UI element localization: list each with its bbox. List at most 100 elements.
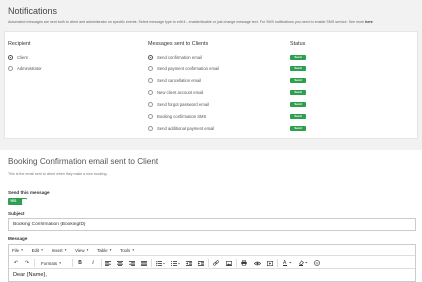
status-column-header: Status	[290, 41, 306, 47]
bold-icon[interactable]: B	[76, 259, 84, 267]
menu-label: Table	[97, 247, 108, 253]
emoticons-icon[interactable]	[313, 259, 321, 267]
notifications-title: Notifications	[8, 6, 58, 16]
recipient-client-label: Client	[17, 55, 28, 60]
link-icon[interactable]	[212, 259, 220, 267]
menu-file[interactable]: File ▼	[12, 248, 24, 253]
message-option-radio[interactable]	[148, 55, 153, 60]
menu-label: File	[12, 247, 20, 253]
toolbar-divider	[151, 259, 152, 267]
subject-input[interactable]	[8, 218, 416, 231]
align-center-icon[interactable]	[116, 259, 124, 267]
booking-email-title: Booking Confirmation email sent to Clien…	[8, 157, 159, 166]
message-label: Message	[8, 236, 28, 241]
menu-label: View	[75, 247, 85, 253]
status-badge[interactable]: Send	[290, 102, 306, 107]
toolbar-divider	[72, 259, 73, 267]
toolbar-divider	[236, 259, 237, 267]
status-badge[interactable]: Send	[290, 78, 306, 83]
bullet-list-icon[interactable]	[154, 259, 166, 267]
message-editor: File ▼ Edit ▼ Insert ▼ View ▼ Table ▼ Tools ▼ …	[8, 244, 416, 282]
align-right-icon[interactable]	[128, 259, 136, 267]
editor-menubar: File ▼ Edit ▼ Insert ▼ View ▼ Table ▼ Tools ▼	[9, 245, 415, 256]
redo-icon[interactable]: ↷	[23, 259, 31, 267]
toolbar-divider	[34, 259, 35, 267]
recipient-administrator-radio[interactable]	[8, 66, 13, 71]
message-option-label: New client account email	[157, 90, 204, 95]
chevron-down-icon: ▼	[86, 248, 90, 252]
recipient-client-radio[interactable]	[8, 55, 13, 60]
message-option-new-account[interactable]: New client account email	[148, 89, 203, 96]
undo-icon[interactable]: ↶	[12, 259, 20, 267]
chevron-down-icon: ▼	[20, 248, 24, 252]
chevron-down-icon: ▼	[109, 248, 112, 252]
menu-view[interactable]: View ▼	[75, 248, 89, 253]
recipient-administrator[interactable]: Administrator	[8, 65, 42, 72]
message-option-radio[interactable]	[148, 78, 153, 83]
chevron-down-icon: ▼	[131, 248, 135, 252]
message-option-label: Send additional payment email	[157, 126, 215, 131]
italic-icon[interactable]: I	[89, 259, 97, 267]
subject-label: Subject	[8, 211, 25, 216]
message-option-label: Send cancellation email	[157, 78, 202, 83]
notifications-card	[4, 31, 418, 139]
message-option-booking-sms[interactable]: Booking confirmation SMS	[148, 113, 206, 120]
booking-email-description: This is the email sent to client when th…	[8, 172, 108, 176]
status-badge[interactable]: Send	[290, 66, 306, 71]
toggle-knob	[21, 198, 27, 205]
menu-table[interactable]: Table ▼	[97, 248, 112, 253]
send-message-label: Send this message	[8, 190, 50, 195]
image-icon[interactable]	[225, 259, 233, 267]
background-color-icon[interactable]	[297, 259, 309, 267]
editor-toolbar: ↶ ↷ Formats ▼ B I A	[9, 257, 415, 269]
indent-icon[interactable]	[197, 259, 205, 267]
menu-insert[interactable]: Insert ▼	[52, 248, 67, 253]
send-message-toggle[interactable]: YES	[8, 198, 27, 205]
recipient-client[interactable]: Client	[8, 54, 28, 61]
chevron-down-icon: ▼	[64, 248, 68, 252]
text-color-icon[interactable]: A	[281, 259, 293, 267]
toggle-state-label: YES	[10, 199, 17, 203]
message-option-confirmation[interactable]: Send confirmation email	[148, 54, 202, 61]
status-badge[interactable]: Send	[290, 90, 306, 95]
align-left-icon[interactable]	[104, 259, 112, 267]
message-option-label: Send payment confirmation email	[157, 66, 220, 71]
message-option-cancellation[interactable]: Send cancellation email	[148, 77, 201, 84]
numbered-list-icon[interactable]	[169, 259, 181, 267]
toolbar-divider	[208, 259, 209, 267]
status-badge[interactable]: Send	[290, 55, 306, 60]
message-option-forgot-password[interactable]: Send forgot password email	[148, 101, 209, 108]
preview-icon[interactable]	[253, 259, 261, 267]
menu-tools[interactable]: Tools ▼	[120, 248, 135, 253]
toolbar-divider	[101, 259, 102, 267]
message-option-radio[interactable]	[148, 66, 153, 71]
formats-label: Formats	[41, 260, 58, 266]
media-icon[interactable]	[266, 259, 274, 267]
message-option-radio[interactable]	[148, 102, 153, 107]
status-badge[interactable]: Send	[290, 126, 306, 131]
chevron-down-icon: ▼	[58, 261, 62, 265]
align-justify-icon[interactable]	[140, 259, 148, 267]
print-icon[interactable]	[240, 259, 248, 267]
menu-label: Edit	[31, 247, 40, 253]
recipient-column-header: Recipient	[8, 41, 31, 47]
menu-edit[interactable]: Edit ▼	[32, 248, 44, 253]
notifications-help-link[interactable]: here	[365, 20, 373, 24]
message-option-radio[interactable]	[148, 90, 153, 95]
message-option-radio[interactable]	[148, 114, 153, 119]
chevron-down-icon: ▼	[40, 248, 44, 252]
message-option-radio[interactable]	[148, 126, 153, 131]
message-option-additional-payment[interactable]: Send additional payment email	[148, 125, 214, 132]
messages-column-header: Messages sent to Clients	[148, 41, 209, 47]
menu-label: Tools	[120, 247, 131, 253]
formats-dropdown[interactable]: Formats ▼	[41, 259, 62, 267]
notifications-description: Automated messages are sent both to clie…	[8, 20, 418, 24]
message-option-label: Send forgot password email	[157, 102, 209, 107]
message-option-label: Booking confirmation SMS	[157, 114, 207, 119]
status-badge[interactable]: Send	[290, 114, 306, 119]
outdent-icon[interactable]	[185, 259, 193, 267]
notifications-description-text: Automated messages are sent both to clie…	[8, 20, 365, 24]
message-option-label: Send confirmation email	[157, 55, 202, 60]
editor-body-text[interactable]: Dear {Name},	[13, 272, 47, 278]
message-option-payment-confirmation[interactable]: Send payment confirmation email	[148, 65, 219, 72]
